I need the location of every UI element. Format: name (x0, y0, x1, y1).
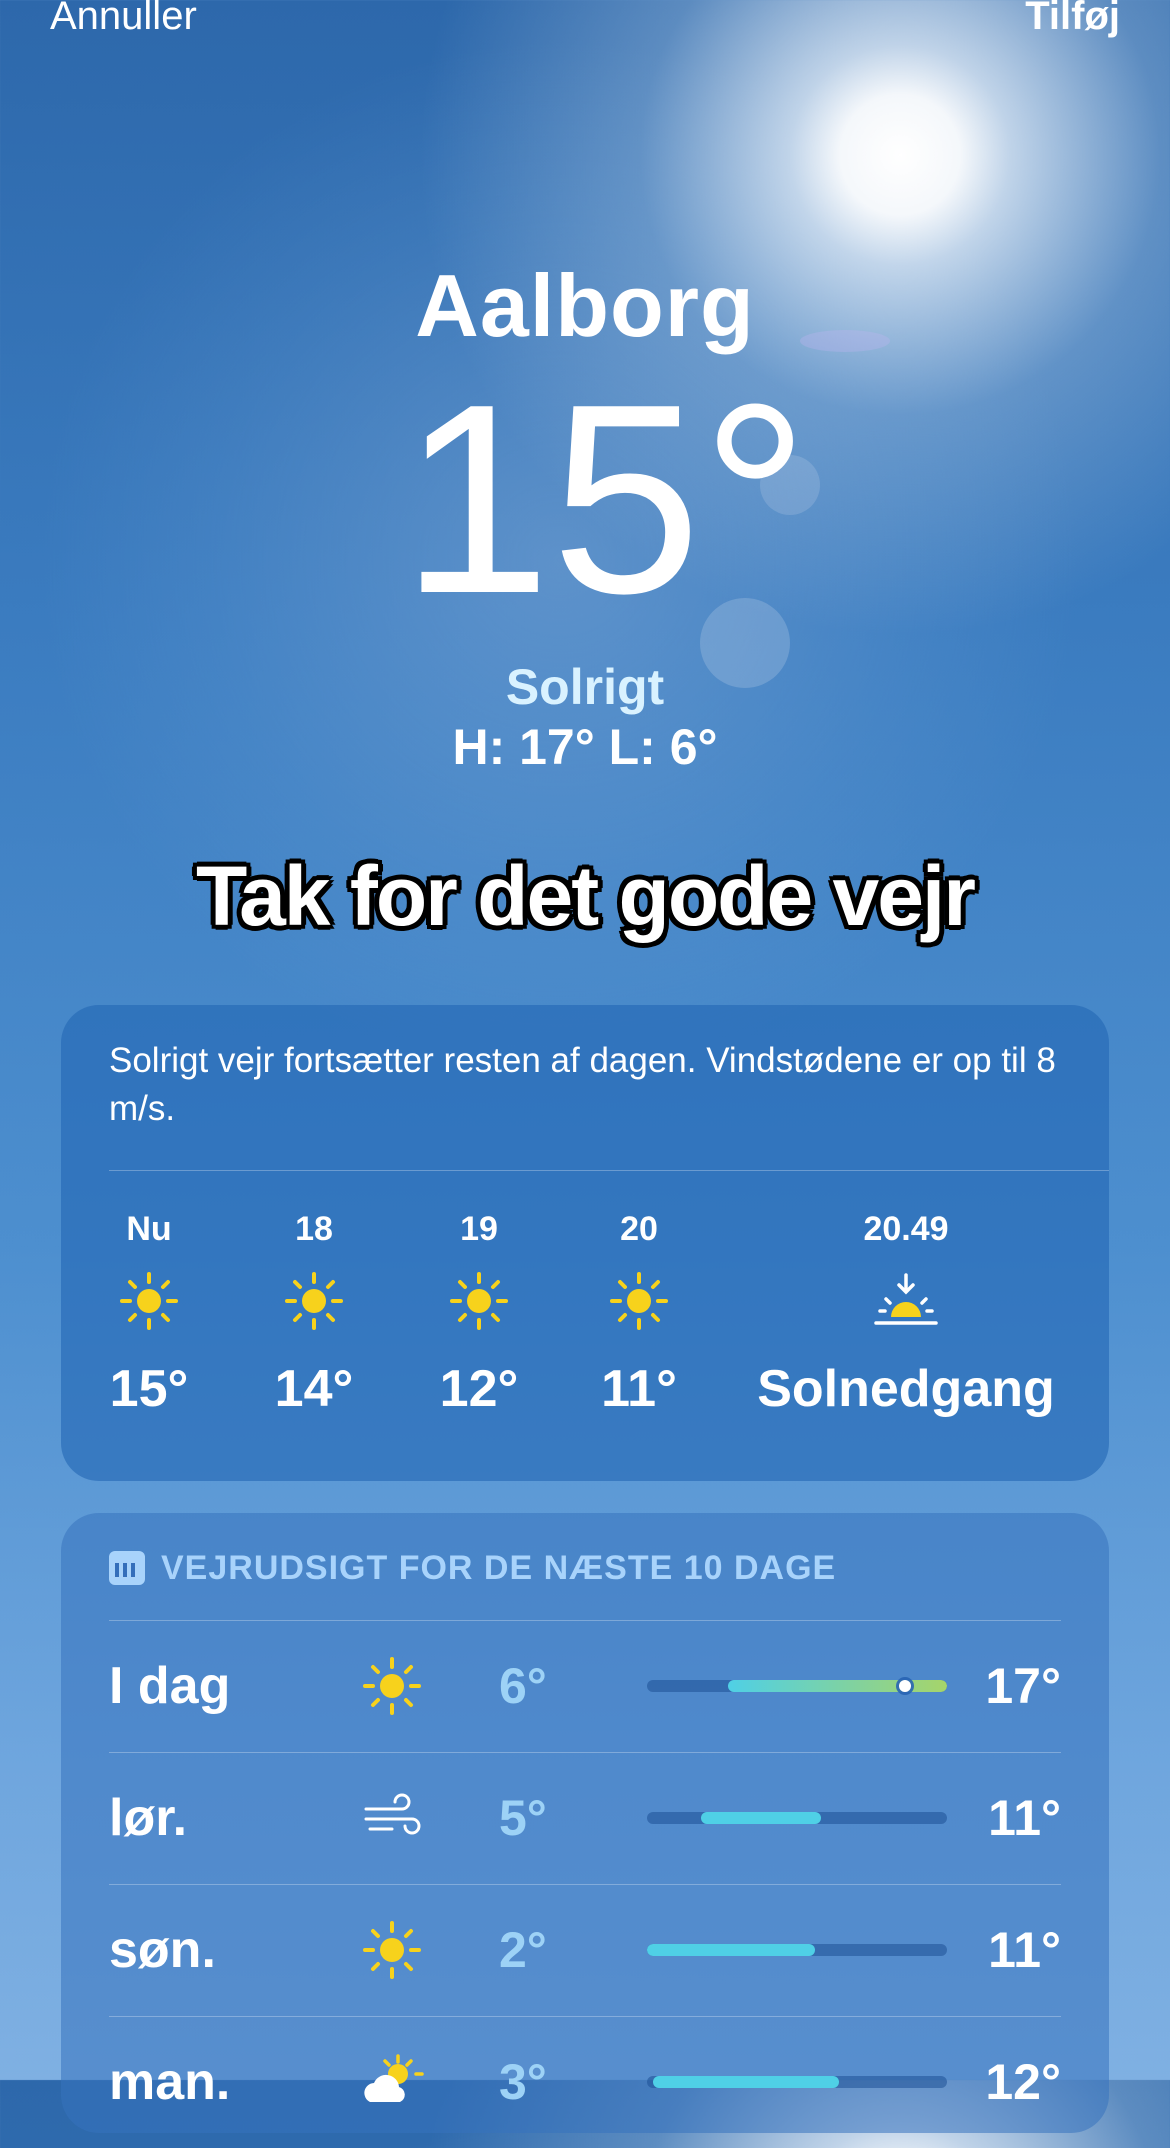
temperature-range-fill (728, 1680, 947, 1692)
temperature-range-fill (647, 1944, 815, 1956)
hour-time: 20.49 (863, 1210, 949, 1248)
overlay-caption: Tak for det gode vejr (196, 849, 976, 943)
city-name: Aalborg (415, 256, 755, 355)
ten-day-header: VEJRUDSIGT FOR DE NÆSTE 10 DAGE (109, 1543, 836, 1593)
day-name: man. (109, 2053, 231, 2111)
sun-icon (559, 1253, 719, 1349)
day-low: 2° (499, 1922, 547, 1978)
sun-icon (69, 1253, 229, 1349)
day-row[interactable]: I dag 6° 17° (109, 1621, 1061, 1752)
hour-time: 18 (295, 1210, 333, 1248)
temperature-range-fill (653, 2076, 839, 2088)
hour-temperature: 15° (109, 1360, 189, 1418)
current-temperature: 15° (400, 349, 810, 650)
temperature-range-bar (647, 1812, 947, 1824)
temperature-range-bar (647, 2076, 947, 2088)
hour-time: 20 (620, 1210, 658, 1248)
day-row[interactable]: lør. 5° 11° (109, 1753, 1061, 1884)
day-row[interactable]: man. 3° 12° (109, 2017, 1061, 2148)
sunset-icon (736, 1253, 1076, 1349)
day-name: I dag (109, 1657, 231, 1715)
partly-cloudy-icon (357, 2047, 427, 2117)
day-low: 6° (499, 1658, 547, 1714)
hour-time: 19 (460, 1210, 498, 1248)
ten-day-title: VEJRUDSIGT FOR DE NÆSTE 10 DAGE (161, 1548, 837, 1587)
divider (109, 1170, 1109, 1171)
sunset-label: Solnedgang (757, 1360, 1055, 1418)
hour-temperature: 11° (601, 1360, 677, 1418)
hour-item: Nu 15° (69, 1205, 229, 1419)
day-high: 11° (988, 1922, 1061, 1978)
day-low: 3° (499, 2054, 547, 2110)
day-high: 17° (985, 1658, 1061, 1714)
hour-item: 20 11° (559, 1205, 719, 1419)
condition-text: Solrigt (505, 659, 665, 715)
sun-icon (357, 1651, 427, 1721)
ten-day-forecast-card[interactable]: VEJRUDSIGT FOR DE NÆSTE 10 DAGE I dag 6°… (61, 1513, 1109, 2133)
wind-icon (357, 1783, 427, 1853)
sun-icon (357, 1915, 427, 1985)
hour-item-sunset: 20.49 Solnedgang (736, 1205, 1076, 1419)
high-low-text: H: 17° L: 6° (452, 719, 718, 775)
day-row[interactable]: søn. 2° 11° (109, 1885, 1061, 2016)
day-name: søn. (109, 1921, 216, 1979)
sun-icon (399, 1253, 559, 1349)
cancel-button[interactable]: Annuller (50, 0, 197, 38)
hour-temperature: 12° (439, 1360, 519, 1418)
forecast-summary: Solrigt vejr fortsætter resten af dagen.… (109, 1041, 1056, 1128)
hour-time: Nu (126, 1210, 172, 1248)
calendar-icon (109, 1551, 145, 1585)
temperature-range-fill (701, 1812, 821, 1824)
hour-item: 19 12° (399, 1205, 559, 1419)
day-high: 12° (985, 2054, 1061, 2110)
sun-icon (234, 1253, 394, 1349)
add-button[interactable]: Tilføj (1025, 0, 1120, 38)
temperature-range-bar (647, 1944, 947, 1956)
day-high: 11° (988, 1790, 1061, 1846)
current-temperature-dot (899, 1680, 911, 1692)
day-low: 5° (499, 1790, 547, 1846)
hourly-forecast-card[interactable]: Solrigt vejr fortsætter resten af dagen.… (61, 1005, 1109, 1481)
hour-item: 18 14° (234, 1205, 394, 1419)
hour-temperature: 14° (274, 1360, 354, 1418)
day-name: lør. (109, 1789, 188, 1847)
